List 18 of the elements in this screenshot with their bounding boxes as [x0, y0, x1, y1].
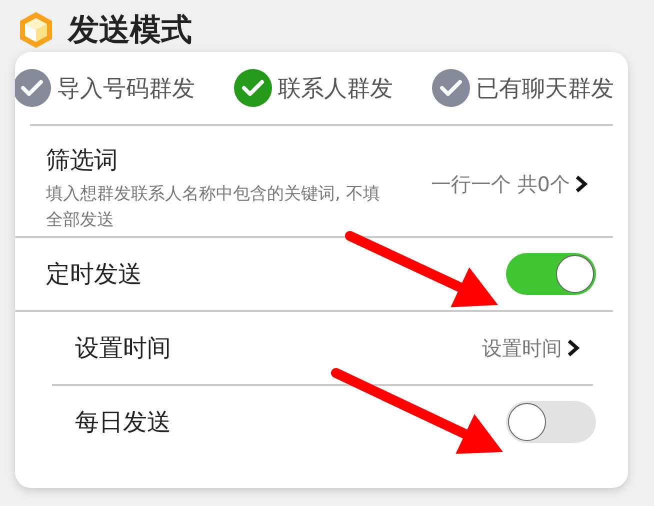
cube-icon [18, 10, 54, 50]
chevron-icon [566, 338, 580, 358]
mode-option[interactable]: 导入号码群发 [15, 69, 195, 107]
mode-option[interactable]: 联系人群发 [234, 69, 393, 107]
check-icon [234, 69, 272, 107]
filter-description: 填入想群发联系人名称中包含的关键词, 不填全部发送 [46, 183, 381, 232]
chevron-icon [574, 174, 588, 194]
schedule-label: 定时发送 [46, 259, 142, 290]
mode-option[interactable]: 已有聊天群发 [432, 69, 614, 107]
check-icon [432, 69, 470, 107]
daily-toggle[interactable] [506, 401, 596, 443]
schedule-toggle[interactable] [506, 253, 596, 295]
filter-value[interactable]: 一行一个 共0个 [430, 170, 588, 198]
set-time-label: 设置时间 [75, 333, 171, 364]
daily-label: 每日发送 [75, 407, 171, 438]
set-time-value[interactable]: 设置时间 [482, 334, 580, 362]
section-title: 发送模式 [68, 11, 192, 50]
filter-title: 筛选词 [46, 145, 119, 176]
